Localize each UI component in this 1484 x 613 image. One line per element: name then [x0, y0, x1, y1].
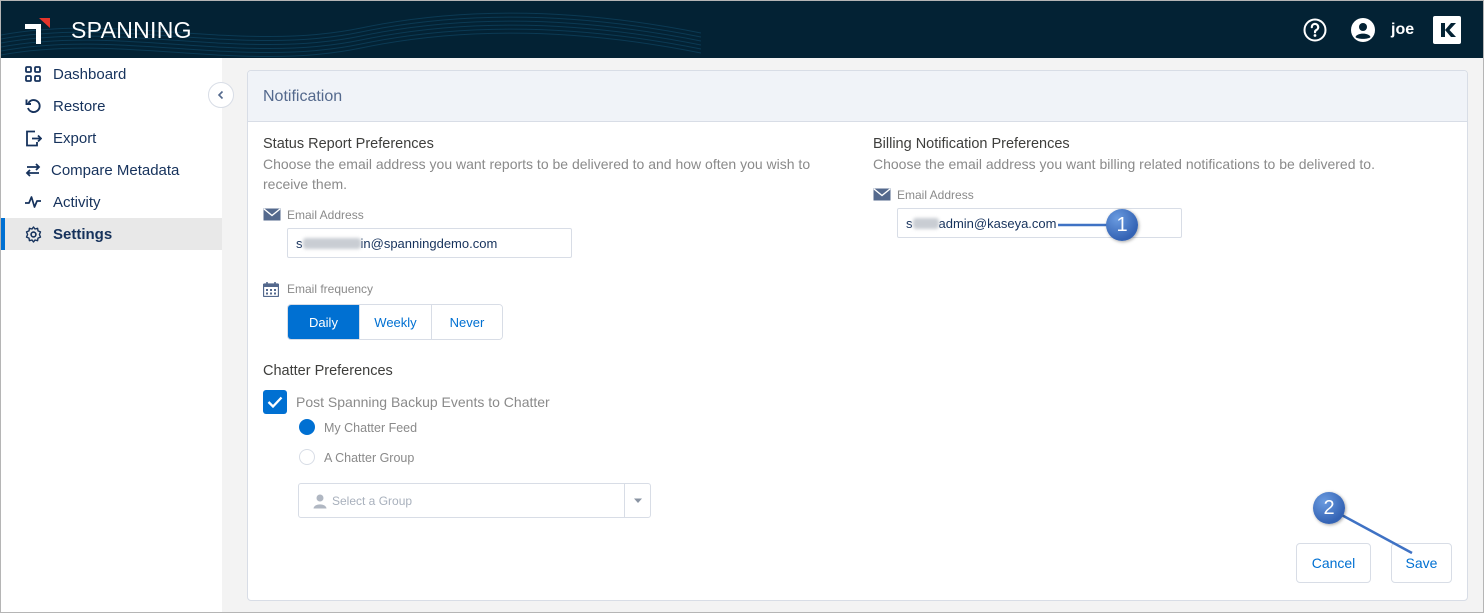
export-icon	[23, 128, 43, 148]
restore-icon	[23, 96, 43, 116]
sidebar-item-compare-metadata[interactable]: Compare Metadata	[1, 154, 222, 186]
spanning-logo-icon	[25, 18, 50, 44]
user-avatar-icon[interactable]	[1351, 18, 1375, 42]
billing-preferences-title: Billing Notification Preferences	[873, 136, 1070, 152]
chatter-preferences-title: Chatter Preferences	[263, 363, 393, 379]
chatter-checkbox[interactable]	[263, 390, 287, 414]
sidebar-item-settings[interactable]: Settings	[1, 218, 222, 250]
calendar-icon	[263, 282, 281, 297]
save-button[interactable]: Save	[1391, 543, 1452, 583]
redacted-blur	[912, 217, 939, 229]
cancel-button[interactable]: Cancel	[1296, 543, 1371, 583]
chevron-left-icon	[217, 90, 224, 100]
person-icon	[313, 494, 327, 508]
sidebar-item-label: Dashboard	[53, 65, 127, 83]
frequency-option-daily[interactable]: Daily	[288, 305, 360, 339]
sidebar-item-activity[interactable]: Activity	[1, 186, 222, 218]
billing-preferences-description: Choose the email address you want billin…	[873, 156, 1375, 172]
sidebar-item-restore[interactable]: Restore	[1, 90, 222, 122]
redacted-blur	[302, 237, 361, 249]
dropdown-caret[interactable]	[624, 484, 650, 517]
notification-card: Notification Status Report Preferences C…	[247, 70, 1468, 601]
sidebar-item-export[interactable]: Export	[1, 122, 222, 154]
chevron-down-icon	[633, 498, 642, 503]
sidebar-item-label: Compare Metadata	[51, 161, 180, 179]
billing-email-label: Email Address	[873, 188, 974, 202]
status-report-title: Status Report Preferences	[263, 136, 434, 152]
radio-label-my-chatter-feed: My Chatter Feed	[324, 421, 418, 435]
card-header: Notification	[248, 71, 1467, 122]
gear-icon	[23, 224, 43, 244]
help-icon[interactable]	[1303, 18, 1327, 42]
email-frequency-selector: Daily Weekly Never	[287, 304, 503, 340]
chatter-group-select[interactable]: Select a Group	[298, 483, 651, 518]
envelope-icon	[873, 188, 891, 202]
compare-arrows-icon	[23, 160, 43, 180]
group-select-placeholder: Select a Group	[332, 493, 413, 508]
email-frequency-label: Email frequency	[263, 282, 373, 297]
sidebar: Dashboard Restore Export Compare Metadat…	[1, 58, 222, 612]
chatter-checkbox-label[interactable]: Post Spanning Backup Events to Chatter	[296, 394, 550, 410]
status-email-input[interactable]: s in@spanningdemo.com	[287, 228, 572, 258]
radio-a-chatter-group[interactable]	[299, 449, 315, 465]
card-title: Notification	[263, 88, 343, 105]
sidebar-item-label: Settings	[53, 225, 113, 243]
annotation-callout-2: 2	[1313, 492, 1345, 524]
frequency-option-weekly[interactable]: Weekly	[360, 305, 432, 339]
sidebar-item-dashboard[interactable]: Dashboard	[1, 58, 222, 90]
annotation-callout-1: 1	[1106, 209, 1138, 241]
grid-icon	[23, 64, 43, 84]
envelope-icon	[263, 208, 281, 222]
checkmark-icon	[267, 396, 283, 408]
sidebar-item-label: Export	[53, 129, 97, 147]
billing-email-input[interactable]: s admin@kaseya.com	[897, 208, 1182, 238]
status-report-description: Choose the email address you want report…	[263, 156, 811, 192]
username[interactable]: joe	[1391, 21, 1414, 39]
sidebar-item-label: Restore	[53, 97, 106, 115]
pulse-icon	[23, 192, 43, 212]
radio-my-chatter-feed[interactable]	[299, 419, 315, 435]
radio-label-a-chatter-group: A Chatter Group	[324, 451, 415, 465]
status-email-label: Email Address	[263, 208, 364, 222]
sidebar-collapse-button[interactable]	[208, 82, 234, 108]
kaseya-logo-icon[interactable]	[1433, 16, 1461, 44]
sidebar-item-label: Activity	[53, 193, 101, 211]
frequency-option-never[interactable]: Never	[432, 305, 502, 339]
top-bar: SPANNING joe	[1, 1, 1483, 58]
brand-name: SPANNING	[71, 17, 192, 43]
